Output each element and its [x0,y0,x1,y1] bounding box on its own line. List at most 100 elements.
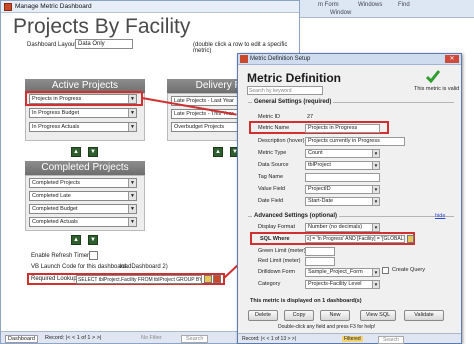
green-limit-input[interactable] [305,247,335,256]
hide-link[interactable]: hide [435,213,445,219]
move-up-button[interactable]: ▲ [213,147,223,157]
page-title: Projects By Facility [13,15,191,38]
layout-label: Dashboard Layout: [27,42,78,48]
completed-metric-1[interactable]: Completed Projects ▼ [29,178,137,188]
access-icon[interactable] [213,275,221,283]
chevron-down-icon[interactable]: ▼ [372,186,379,193]
chevron-down-icon[interactable]: ▼ [372,224,379,231]
metric-definition-window: Metric Definition Setup ✕ Metric Definit… [237,53,462,344]
refresh-timer-checkbox[interactable] [89,251,98,260]
metric-type-select[interactable]: Count ▼ [305,149,380,158]
delete-button[interactable]: Delete [248,310,278,321]
general-settings-title: General Settings (required) [252,99,334,105]
view-sql-button[interactable]: View SQL [360,310,396,321]
active-metric-3[interactable]: In Progress Actuals ▼ [29,122,137,132]
tag-name-input[interactable] [305,173,380,182]
active-metric-3-label: In Progress Actuals [32,124,80,130]
completed-metric-3[interactable]: Completed Budget ▼ [29,204,137,214]
value-field-select[interactable]: ProjectID ▼ [305,185,380,194]
chevron-down-icon[interactable]: ▼ [372,198,379,205]
sql-where-label: SQL Where [260,236,290,242]
red-limit-input[interactable] [305,257,335,266]
chevron-down-icon[interactable]: ▼ [128,109,136,117]
close-icon[interactable]: ✕ [445,55,459,63]
data-source-label: Data Source [258,162,289,168]
category-select[interactable]: Projects-Facility Level ▼ [305,280,380,289]
ribbon-windows-button[interactable]: Windows [358,2,382,8]
metric-name-label: Metric Name [258,125,290,131]
delivery-metric-1-label: Late Projects - Last Year [174,98,234,104]
data-source-value: tblProject [308,162,331,168]
record-navigator[interactable]: Record: |< < 1 of 13 > >| [242,336,296,342]
chevron-down-icon[interactable]: ▼ [372,281,379,288]
filter-status[interactable]: No Filter [141,335,162,341]
advanced-settings-title: Advanced Settings (optional) [252,213,340,219]
category-label: Category [258,281,281,287]
valid-status-text: This metric is valid [414,86,460,92]
record-navigator[interactable]: Record: |< < 1 of 1 > >| [45,335,101,341]
move-up-button[interactable]: ▲ [71,147,81,157]
chevron-down-icon[interactable]: ▼ [128,205,136,213]
help-hint: Double-click any field and press F3 for … [278,324,376,330]
chevron-down-icon[interactable]: ▼ [372,269,379,276]
chevron-down-icon[interactable]: ▼ [128,179,136,187]
date-field-label: Date Field [258,198,284,204]
tag-name-label: Tag Name [258,174,284,180]
new-button[interactable]: New [320,310,350,321]
move-up-button[interactable]: ▲ [71,235,81,245]
metric-type-value: Count [308,150,323,156]
metric-titlebar: Metric Definition Setup ✕ [238,54,461,65]
delivery-metric-3-label: Overbudget Projects [174,124,225,130]
validate-button[interactable]: Validate [404,310,444,321]
status-search-box[interactable]: Search [181,335,209,343]
description-input[interactable]: Projects currently in Progress [305,137,405,146]
copy-button[interactable]: Copy [284,310,314,321]
completed-metric-3-label: Completed Budget [32,206,78,212]
drilldown-form-label: Drilldown Form [258,269,295,275]
ribbon-find-button[interactable]: Find [398,2,410,8]
app-icon [4,3,12,11]
sql-where-input[interactable]: s] = 'In Progress' AND [Facility] = '[GL… [305,235,405,243]
metric-name-input[interactable]: Projects in Progress [305,124,380,133]
app-icon [240,55,248,63]
completed-metric-2[interactable]: Completed Late ▼ [29,191,137,201]
chevron-down-icon[interactable]: ▼ [128,95,136,103]
query-builder-icon[interactable] [204,275,212,283]
vb-launch-value: loadDashboard 2) [120,264,168,270]
keyword-search-input[interactable]: Search by keyword [247,86,323,95]
chevron-down-icon[interactable]: ▼ [128,218,136,226]
move-down-button[interactable]: ▼ [88,235,98,245]
display-format-value: Number (no decimals) [308,224,363,230]
metric-type-label: Metric Type [258,150,287,156]
completed-metric-1-label: Completed Projects [32,180,80,186]
date-field-select[interactable]: Start-Date ▼ [305,197,380,206]
data-source-select[interactable]: tblProject ▼ [305,161,380,170]
query-builder-icon[interactable] [407,235,414,243]
drilldown-form-select[interactable]: Sample_Project_Form ▼ [305,268,380,277]
move-down-button[interactable]: ▼ [88,147,98,157]
status-search-box[interactable]: Search [378,336,404,344]
red-limit-label: Red Limit (meter) [258,258,301,264]
chevron-down-icon[interactable]: ▼ [128,123,136,131]
active-metric-2-label: In Progress Budget [32,110,80,116]
display-format-label: Display Format [258,224,295,230]
dashboard-tab[interactable]: Dashboard [5,335,38,343]
filtered-badge[interactable]: Filtered [342,336,363,342]
metric-heading: Metric Definition [247,71,342,85]
layout-select[interactable]: Data Only [75,39,133,49]
chevron-down-icon[interactable]: ▼ [372,162,379,169]
value-field-label: Value Field [258,186,286,192]
create-query-checkbox[interactable] [382,267,389,274]
active-metric-2[interactable]: In Progress Budget ▼ [29,108,137,118]
chevron-down-icon[interactable]: ▼ [372,150,379,157]
chevron-down-icon[interactable]: ▼ [128,192,136,200]
active-metric-1[interactable]: Projects in Progress ▼ [29,94,137,104]
required-lookup-input[interactable]: SELECT tblProject.Facility FROM tblProje… [76,275,202,284]
ribbon-form-label: m Form [318,2,339,8]
completed-projects-header: Completed Projects [25,161,145,175]
display-format-select[interactable]: Number (no decimals) ▼ [305,223,380,232]
completed-metric-4-label: Completed Actuals [32,219,78,225]
completed-metric-4[interactable]: Completed Actuals ▼ [29,217,137,227]
metric-statusbar: Record: |< < 1 of 13 > >| Filtered Searc… [238,333,461,344]
drilldown-form-value: Sample_Project_Form [308,269,363,275]
